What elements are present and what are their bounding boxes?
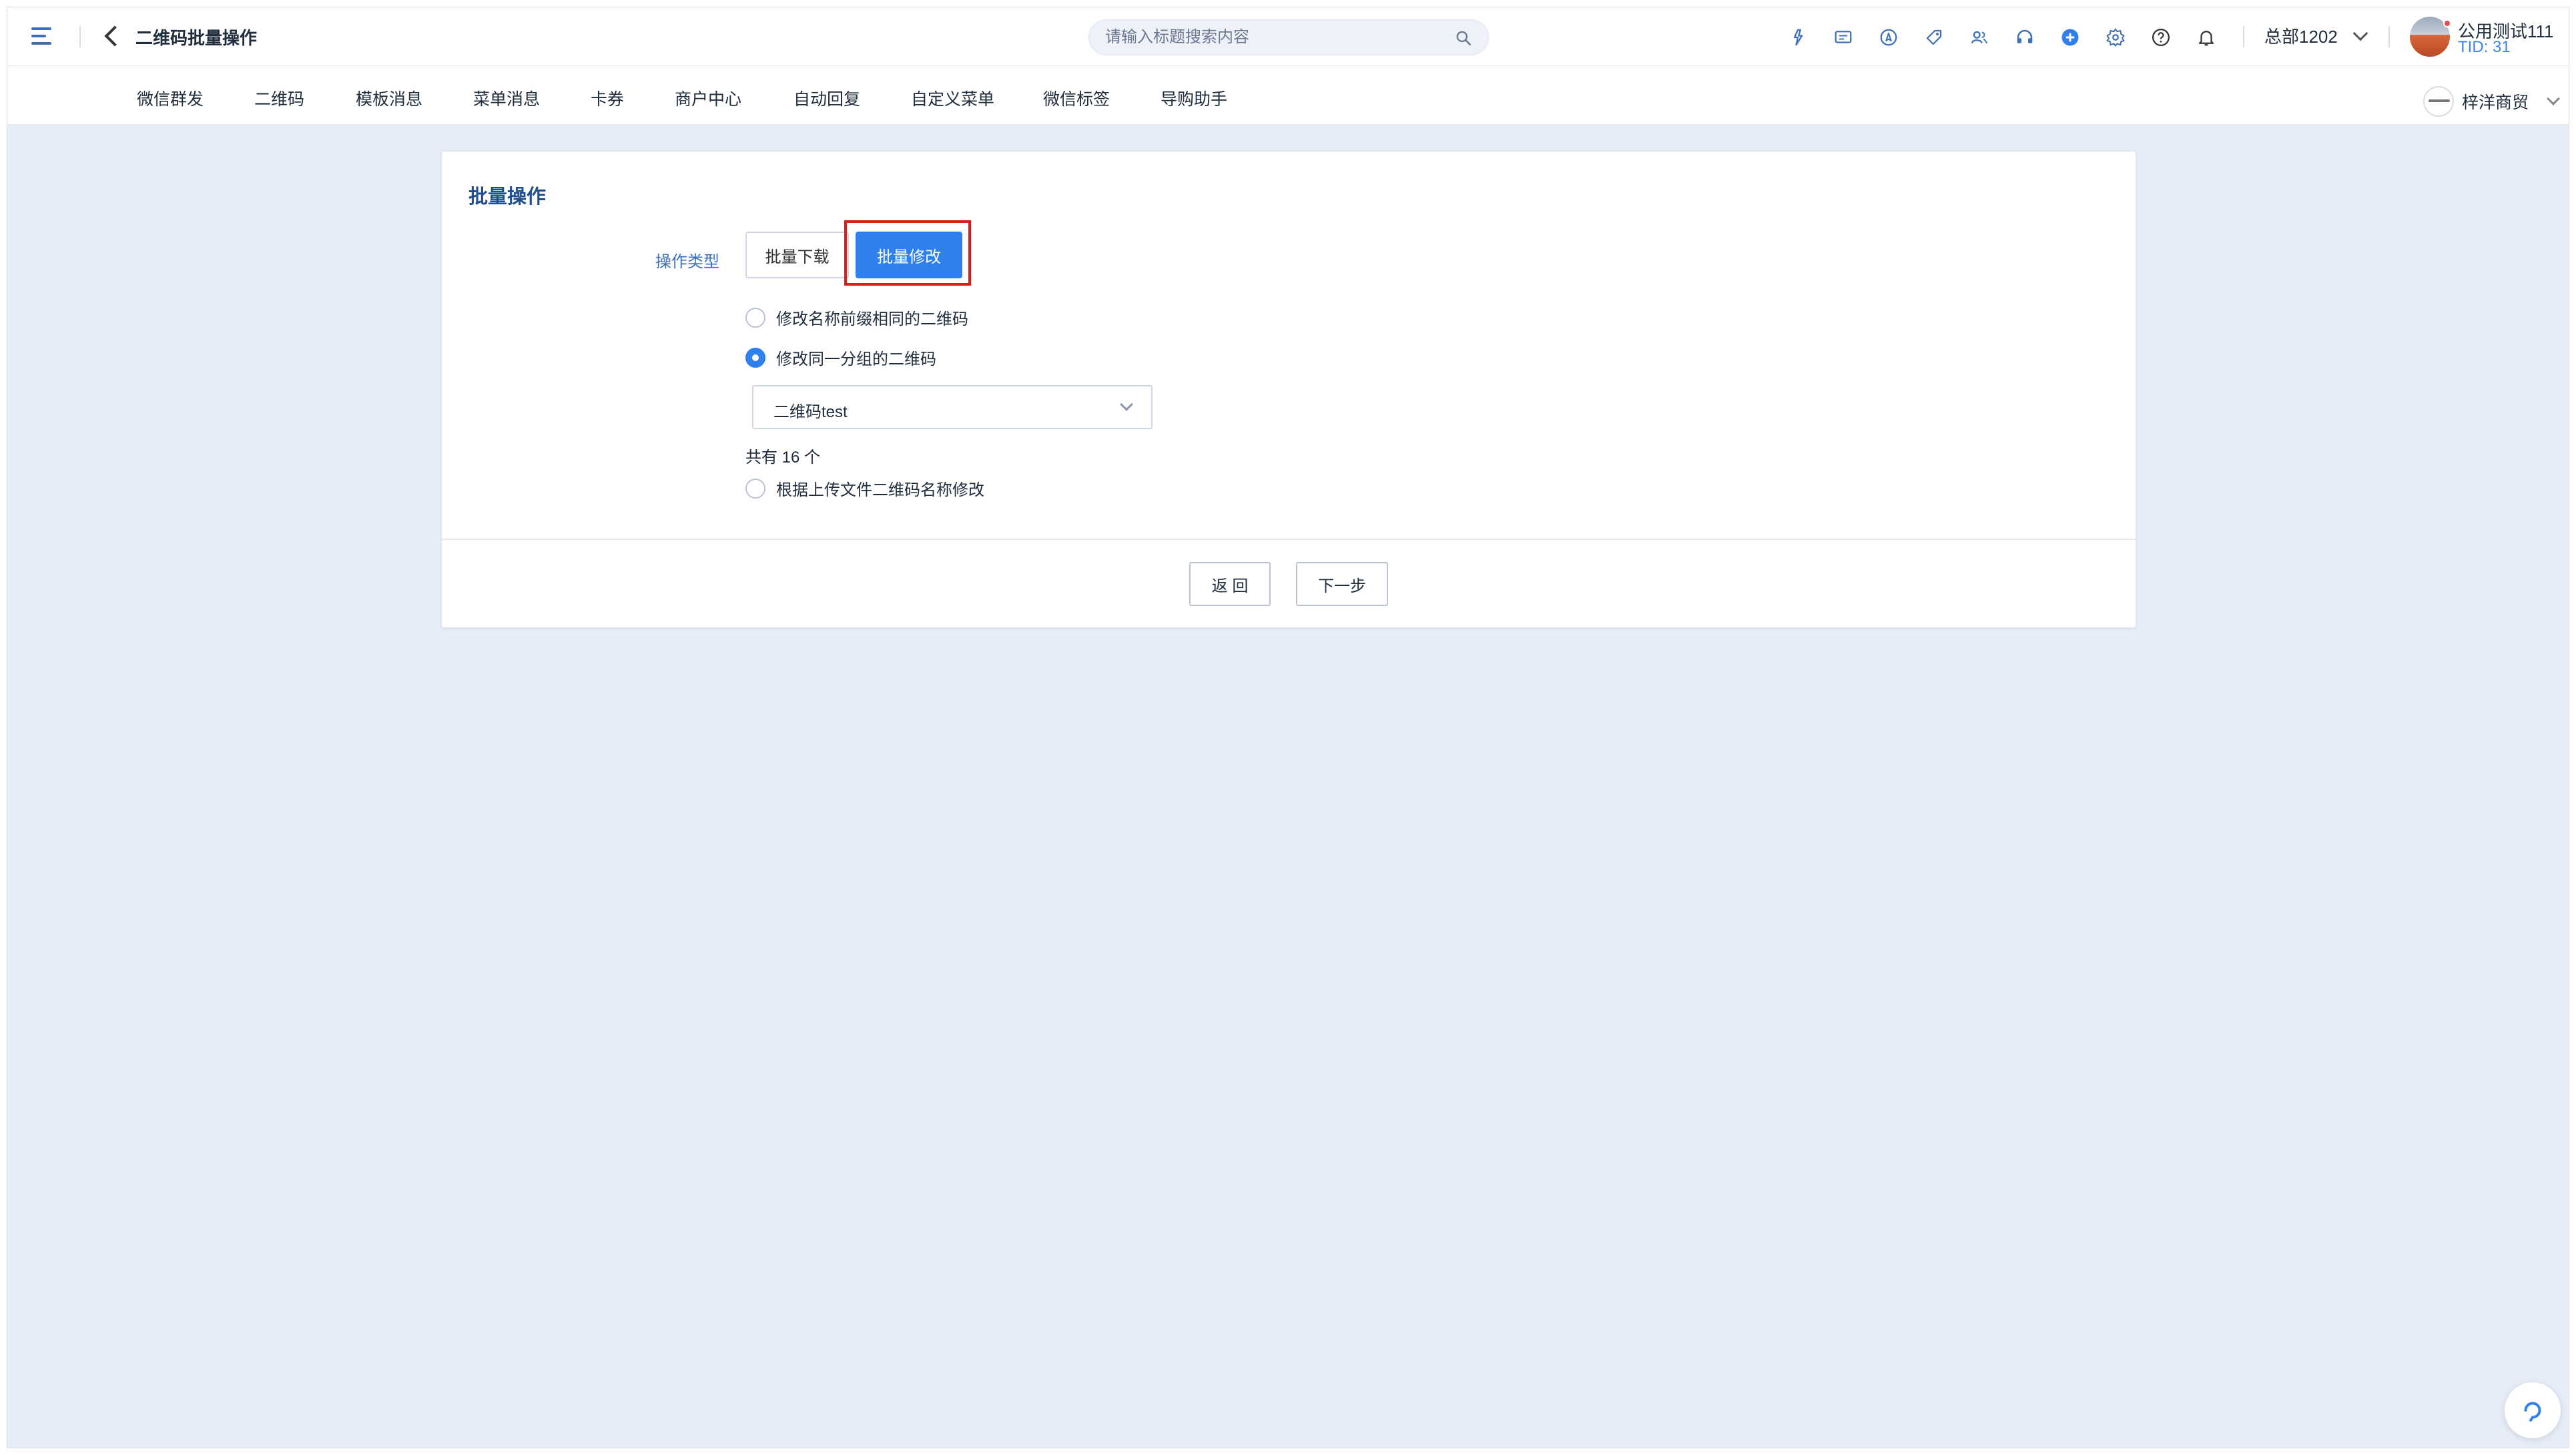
bell-icon[interactable]: [2196, 27, 2216, 47]
nav-item-shopping-guide[interactable]: 导购助手: [1161, 86, 1227, 110]
count-text: 共有 16 个: [745, 449, 821, 467]
compass-icon[interactable]: [1879, 27, 1899, 47]
merchant-name: 梓洋商贸: [2462, 93, 2529, 112]
batch-download-button[interactable]: 批量下载: [745, 232, 849, 278]
settings-icon[interactable]: [2106, 27, 2126, 47]
tag-icon[interactable]: [1924, 27, 1944, 47]
flash-icon[interactable]: [1788, 27, 1808, 47]
message-icon[interactable]: [1833, 27, 1853, 47]
nav-item-qrcode[interactable]: 二维码: [254, 86, 304, 110]
org-select[interactable]: 总部1202: [2264, 23, 2368, 48]
option-label: 修改名称前缀相同的二维码: [776, 310, 968, 328]
search-input[interactable]: [1105, 25, 1439, 49]
refresh-support-icon: [2524, 1402, 2541, 1422]
search-box[interactable]: [1088, 19, 1489, 55]
batch-operation-card: 批量操作 操作类型 批量下载 批量修改 修改名称前缀相同的二维码 修改同一分组的…: [441, 151, 2136, 628]
back-arrow-icon[interactable]: [104, 25, 125, 47]
module-nav: 微信群发 二维码 模板消息 菜单消息 卡券 商户中心 自动回复 自定义菜单 微信…: [7, 66, 2569, 125]
merchant-logo: [2423, 86, 2454, 117]
merchant-select[interactable]: 梓洋商贸: [2423, 86, 2560, 117]
divider: [2243, 26, 2244, 47]
app-window: 二维码批量操作 请输入标题搜索内容 总部1202 公用测试111 TID: 31…: [7, 7, 2569, 1448]
nav-item-template-msg[interactable]: 模板消息: [356, 86, 422, 110]
option-label: 根据上传文件二维码名称修改: [776, 481, 984, 499]
option-upload-radio[interactable]: 根据上传文件二维码名称修改: [745, 477, 984, 500]
nav-item-wechat-tag[interactable]: 微信标签: [1043, 86, 1110, 110]
nav-item-mass-send[interactable]: 微信群发: [137, 86, 204, 110]
help-icon[interactable]: [2151, 27, 2171, 47]
nav-item-menu-msg[interactable]: 菜单消息: [473, 86, 540, 110]
menu-toggle-icon[interactable]: [31, 27, 51, 46]
page-title: 二维码批量操作: [135, 28, 258, 48]
card-title: 批量操作: [468, 186, 547, 208]
batch-modify-button[interactable]: 批量修改: [856, 232, 962, 278]
top-header: 二维码批量操作 请输入标题搜索内容 总部1202 公用测试111 TID: 31: [7, 7, 2569, 66]
user-tid: TID: 31: [2458, 38, 2511, 56]
option-group-radio[interactable]: 修改同一分组的二维码: [745, 346, 936, 369]
users-icon[interactable]: [1969, 27, 1989, 47]
chevron-down-icon: [2352, 25, 2368, 41]
nav-item-coupon[interactable]: 卡券: [591, 86, 624, 110]
divider: [2388, 26, 2390, 47]
divider: [442, 539, 2136, 540]
nav-item-auto-reply[interactable]: 自动回复: [793, 86, 860, 110]
group-select[interactable]: 二维码test: [752, 385, 1153, 429]
plus-circle-icon[interactable]: [2060, 27, 2080, 47]
option-label: 修改同一分组的二维码: [776, 350, 936, 368]
group-select-value: 二维码test: [773, 403, 848, 421]
org-name: 总部1202: [2264, 27, 2338, 47]
search-icon[interactable]: [1455, 29, 1472, 47]
divider: [79, 26, 81, 47]
nav-item-custom-menu[interactable]: 自定义菜单: [911, 86, 994, 110]
notification-dot: [2443, 19, 2451, 27]
support-fab[interactable]: [2505, 1382, 2561, 1438]
chevron-down-icon: [2547, 92, 2560, 105]
radio-unchecked-icon[interactable]: [745, 478, 765, 499]
back-button[interactable]: 返 回: [1189, 562, 1271, 606]
next-step-button[interactable]: 下一步: [1296, 562, 1388, 606]
nav-item-merchant-center[interactable]: 商户中心: [675, 86, 741, 110]
headset-icon[interactable]: [2015, 27, 2035, 47]
option-prefix-radio[interactable]: 修改名称前缀相同的二维码: [745, 306, 968, 329]
radio-checked-icon[interactable]: [745, 347, 765, 368]
radio-unchecked-icon[interactable]: [745, 307, 765, 328]
operation-type-label: 操作类型: [655, 253, 719, 271]
chevron-down-icon: [1120, 398, 1133, 411]
